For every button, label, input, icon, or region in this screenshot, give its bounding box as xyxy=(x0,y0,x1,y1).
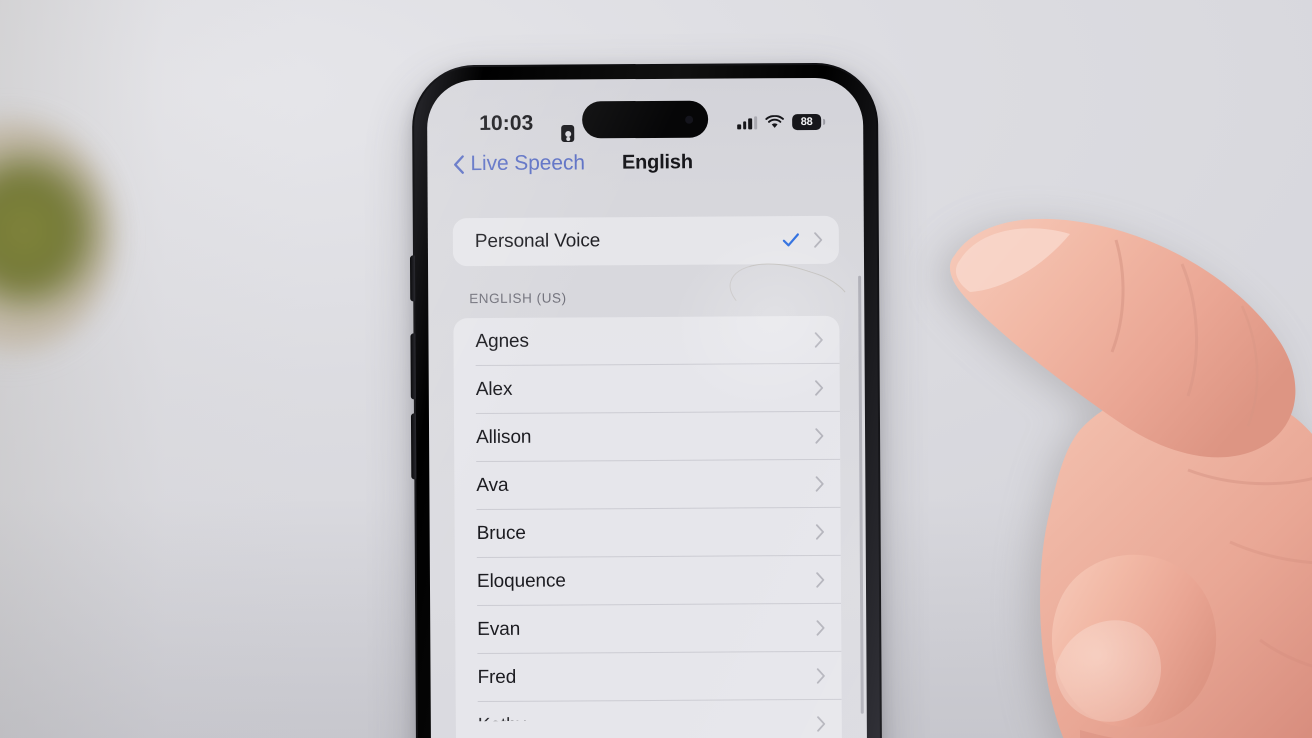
volume-down-button[interactable] xyxy=(410,413,417,480)
settings-content: Personal Voice ENGLISH (US) Agnes Alex A… xyxy=(428,188,868,738)
chevron-right-icon xyxy=(817,716,826,732)
vertical-scrollbar[interactable] xyxy=(858,275,864,714)
row-voice-agnes[interactable]: Agnes xyxy=(453,316,840,367)
chevron-right-icon xyxy=(815,476,824,492)
row-accessories xyxy=(815,380,824,396)
row-accessories xyxy=(816,572,825,588)
row-accessories xyxy=(815,476,824,492)
row-voice-evan[interactable]: Evan xyxy=(455,604,842,655)
row-accessories xyxy=(815,428,824,444)
status-bar-time: 10:03 xyxy=(479,111,534,136)
row-voice-alex[interactable]: Alex xyxy=(454,364,840,415)
chevron-right-icon xyxy=(814,232,823,248)
chevron-right-icon xyxy=(814,332,823,348)
row-label: Evan xyxy=(477,618,521,641)
chevron-right-icon xyxy=(815,428,824,444)
row-label: Fred xyxy=(477,666,517,689)
row-accessories xyxy=(814,332,823,348)
row-personal-voice[interactable]: Personal Voice xyxy=(453,216,839,266)
row-label: Bruce xyxy=(476,522,526,545)
section-header-english-us: ENGLISH (US) xyxy=(469,290,567,307)
row-accessories xyxy=(816,668,825,684)
status-bar: 10:03 88 xyxy=(427,78,863,143)
chevron-right-icon xyxy=(816,620,825,636)
row-label: Eloquence xyxy=(476,570,566,593)
row-accessories xyxy=(815,524,825,540)
chevron-right-icon xyxy=(816,668,825,684)
wifi-icon xyxy=(765,115,784,128)
row-label: Personal Voice xyxy=(474,230,601,253)
chevron-right-icon xyxy=(816,572,825,588)
back-button[interactable]: Live Speech xyxy=(453,151,585,176)
action-button[interactable] xyxy=(409,255,416,302)
row-label: Ava xyxy=(476,474,509,497)
device-screen: 10:03 88 Live Speech English Personal Vo… xyxy=(426,77,868,738)
photo-scene: 10:03 88 Live Speech English Personal Vo… xyxy=(0,0,1312,738)
checkmark-icon xyxy=(782,233,799,247)
row-voice-eloquence[interactable]: Eloquence xyxy=(455,556,842,607)
battery-percent-label: 88 xyxy=(800,115,813,128)
status-bar-indicators: 88 xyxy=(737,113,822,131)
row-accessories xyxy=(816,620,825,636)
iphone-device: 10:03 88 Live Speech English Personal Vo… xyxy=(409,62,883,738)
personal-voice-card: Personal Voice xyxy=(452,215,840,267)
row-voice-fred[interactable]: Fred xyxy=(455,652,842,703)
front-camera-icon xyxy=(685,115,694,124)
dynamic-island[interactable] xyxy=(582,100,709,139)
row-voice-ava[interactable]: Ava xyxy=(454,460,841,511)
row-voice-bruce[interactable]: Bruce xyxy=(455,508,841,559)
voice-list-card: Agnes Alex Allison Ava Bruce Eloquence E… xyxy=(453,315,843,738)
row-voice-allison[interactable]: Allison xyxy=(454,412,841,463)
chevron-left-icon xyxy=(454,154,464,174)
navigation-bar: Live Speech English xyxy=(427,136,863,191)
volume-up-button[interactable] xyxy=(410,333,416,400)
chevron-right-icon xyxy=(815,380,824,396)
row-accessories xyxy=(782,231,823,249)
row-label: Kathy xyxy=(477,714,526,737)
chevron-right-icon xyxy=(815,524,824,540)
cellular-bars-icon xyxy=(737,115,758,129)
row-label: Agnes xyxy=(475,330,529,353)
back-button-label: Live Speech xyxy=(470,151,585,176)
row-label: Alex xyxy=(475,378,513,401)
row-label: Allison xyxy=(476,426,532,449)
page-title: English xyxy=(621,151,693,174)
battery-icon: 88 xyxy=(792,113,822,131)
row-accessories xyxy=(817,716,826,732)
row-voice-partial[interactable]: Kathy xyxy=(456,700,842,738)
